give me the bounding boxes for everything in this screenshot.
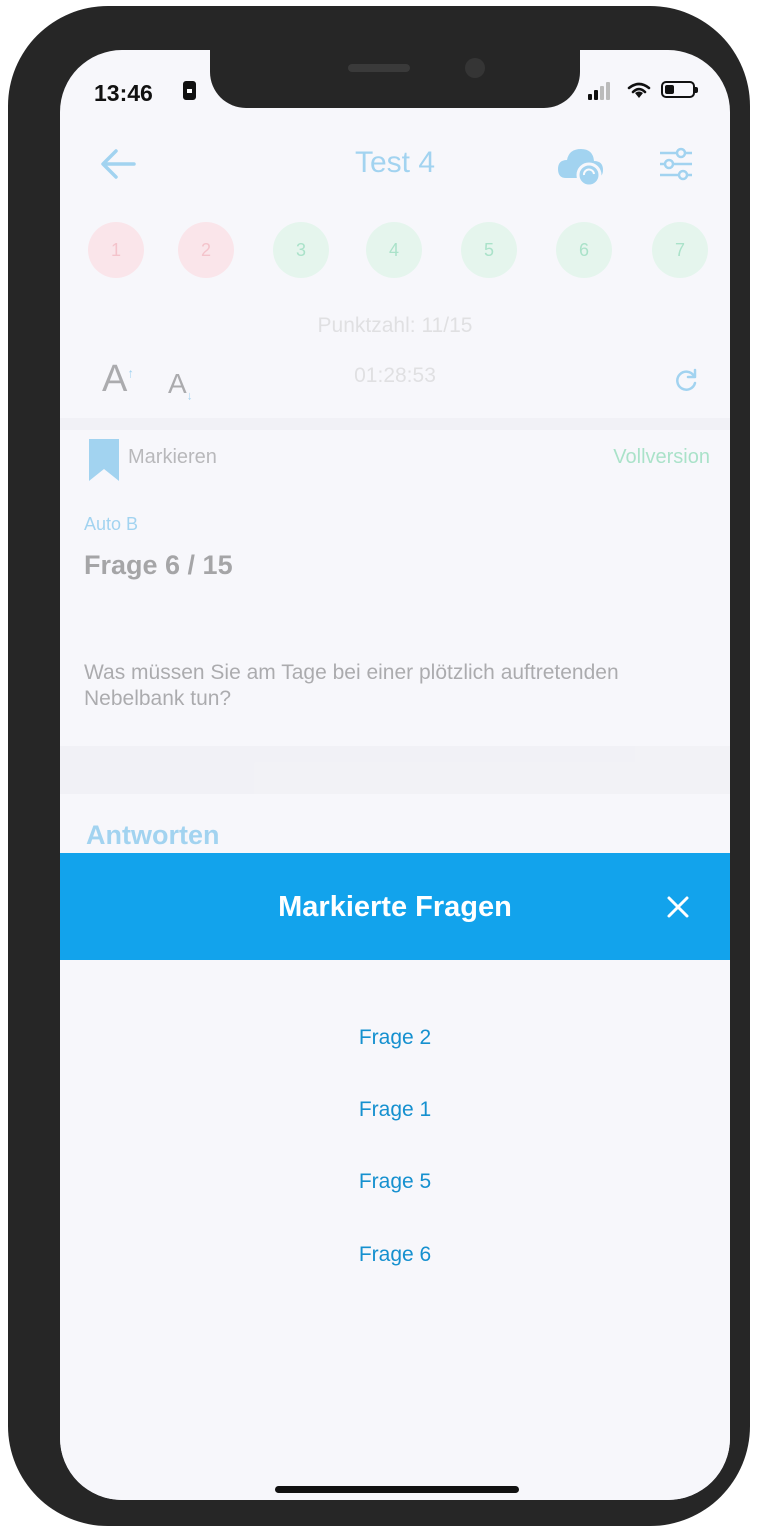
cloud-sync-icon[interactable] — [556, 144, 606, 188]
answers-heading: Antworten — [86, 820, 220, 850]
marked-question-item[interactable]: Frage 5 — [60, 1170, 730, 1194]
cellular-signal-icon — [588, 82, 614, 100]
status-time: 13:46 — [94, 80, 153, 106]
marked-question-item[interactable]: Frage 6 — [60, 1243, 730, 1267]
score-text: Punktzahl: 11/15 — [317, 314, 473, 337]
question-text: Was müssen Sie am Tage bei einer plötzli… — [84, 661, 619, 710]
modal-title: Markierte Fragen — [278, 891, 512, 923]
question-dot[interactable]: 4 — [366, 222, 422, 278]
down-arrow-icon: ↓ — [186, 388, 193, 403]
marked-questions-list: Frage 2 Frage 1 Frage 5 Frage 6 — [60, 960, 730, 1500]
question-dot[interactable]: 2 — [178, 222, 234, 278]
wifi-icon — [627, 82, 651, 98]
close-icon[interactable] — [664, 893, 692, 921]
home-indicator[interactable] — [275, 1486, 519, 1493]
question-dot[interactable]: 6 — [556, 222, 612, 278]
question-dot[interactable]: 7 — [652, 222, 708, 278]
mark-button-label[interactable]: Markieren — [128, 446, 217, 469]
battery-icon — [661, 81, 698, 98]
bookmark-icon[interactable] — [88, 438, 120, 482]
marked-question-item[interactable]: Frage 2 — [60, 1026, 730, 1050]
phone-frame: 13:46 Test 4 1 2 3 4 5 6 7 Punktzahl: 11… — [8, 6, 750, 1526]
sim-card-icon — [183, 81, 196, 100]
marked-questions-modal-header: Markierte Fragen — [60, 853, 730, 960]
question-dot[interactable]: 5 — [461, 222, 517, 278]
divider — [60, 418, 730, 430]
question-dot[interactable]: 1 — [88, 222, 144, 278]
sliders-icon[interactable] — [656, 144, 696, 184]
question-number: Frage 6 / 15 — [84, 550, 233, 580]
divider — [60, 746, 730, 794]
full-version-link[interactable]: Vollversion — [613, 446, 710, 469]
timer: 01:28:53 — [354, 364, 436, 387]
question-dot[interactable]: 3 — [273, 222, 329, 278]
phone-screen: 13:46 Test 4 1 2 3 4 5 6 7 Punktzahl: 11… — [60, 50, 730, 1500]
question-navigation: 1 2 3 4 5 6 7 — [60, 222, 730, 282]
question-category: Auto B — [84, 514, 139, 534]
marked-question-item[interactable]: Frage 1 — [60, 1098, 730, 1122]
page-title: Test 4 — [354, 146, 436, 179]
refresh-icon[interactable] — [672, 366, 700, 394]
status-bar: 13:46 — [60, 50, 730, 120]
